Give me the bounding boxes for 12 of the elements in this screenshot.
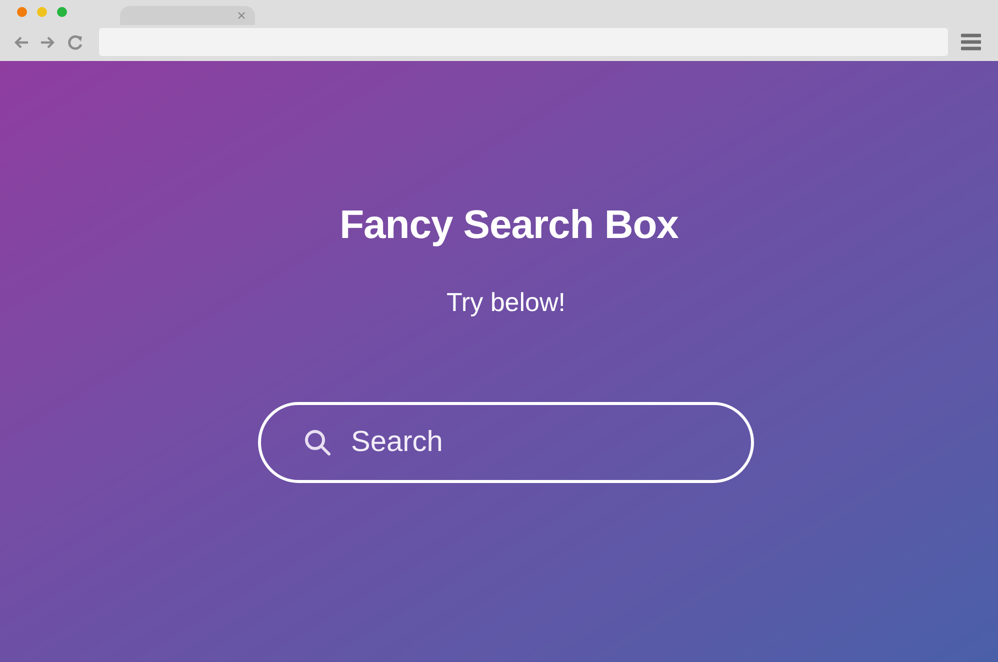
close-dot-icon[interactable] xyxy=(17,7,27,17)
search-field[interactable]: Search xyxy=(258,402,754,483)
reload-icon[interactable] xyxy=(68,34,83,50)
subtitle: Try below! xyxy=(446,286,566,318)
forward-arrow-icon[interactable] xyxy=(40,36,55,48)
menu-icon[interactable] xyxy=(961,33,981,51)
minimize-dot-icon[interactable] xyxy=(37,7,47,17)
back-arrow-icon[interactable] xyxy=(14,36,29,48)
maximize-dot-icon[interactable] xyxy=(57,7,67,17)
page-title: Fancy Search Box xyxy=(340,202,678,249)
search-icon xyxy=(304,429,331,456)
close-icon[interactable] xyxy=(238,12,245,19)
